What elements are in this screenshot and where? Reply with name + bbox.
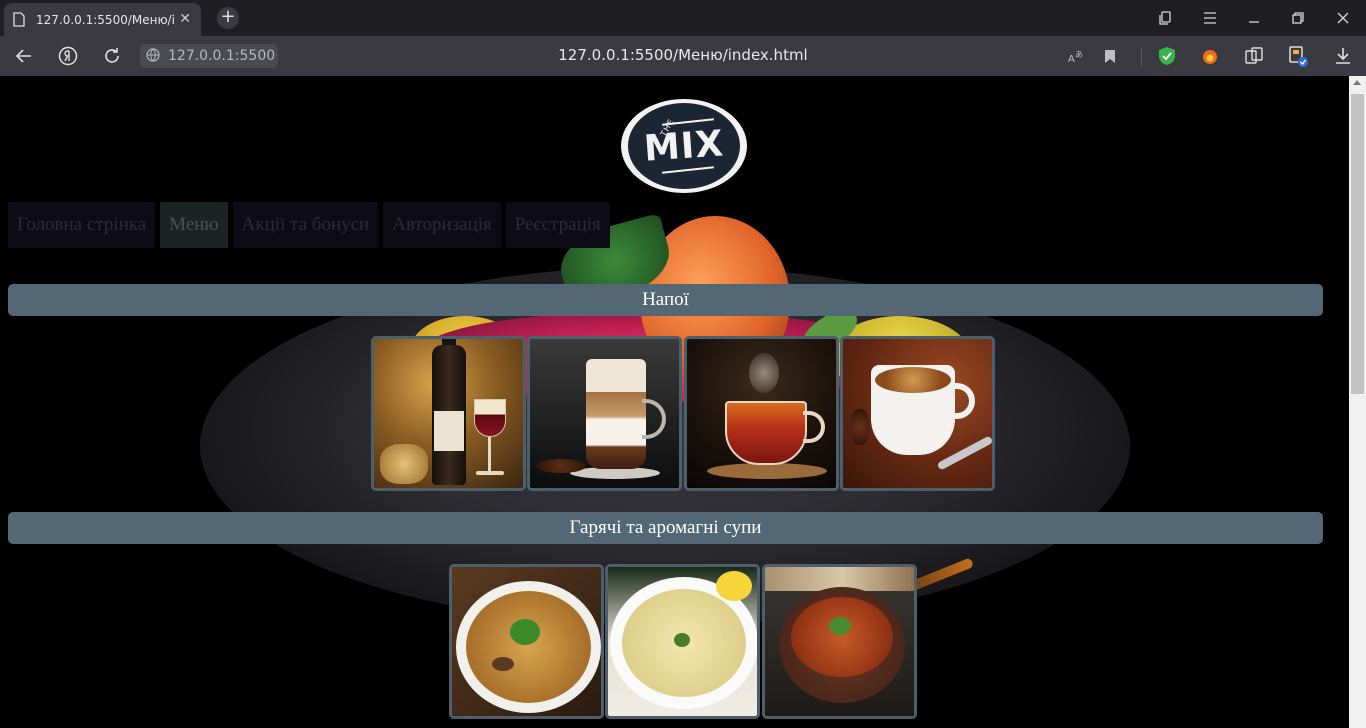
main-menu: Головна стрінка Меню Акції та бонуси Авт… [8,202,610,248]
page-viewport: THE MIX Головна стрінка Меню Акції та бо… [0,76,1349,728]
soup-image-mushroom[interactable] [449,564,604,719]
menu-icon[interactable] [1200,8,1220,28]
scroll-up-icon[interactable] [1353,80,1361,85]
page-scrollbar-thumb[interactable] [1351,94,1364,394]
svg-text:あ: あ [1075,50,1083,59]
minimize-icon[interactable] [1244,8,1264,28]
section-title-soups: Гарячі та аромагні супи [8,512,1323,544]
soup-image-tomato[interactable] [762,564,917,719]
download-icon[interactable] [1332,45,1354,67]
collections-icon[interactable] [1243,45,1265,67]
menu-item-login[interactable]: Авторизація [383,202,501,248]
new-tab-button[interactable]: + [217,7,239,29]
section-title-drinks: Напої [8,284,1323,316]
tab-title: 127.0.0.1:5500/Меню/index.html [36,12,176,27]
menu-item-menu[interactable]: Меню [160,202,228,248]
bookmark-icon[interactable] [1099,45,1121,67]
logo-badge: THE MIX [628,103,740,189]
menu-item-promotions[interactable]: Акції та бонуси [232,202,379,248]
browser-tab[interactable]: 127.0.0.1:5500/Меню/index.html ✕ [4,3,201,36]
address-bar-url[interactable]: 127.0.0.1:5500/Меню/index.html [558,46,807,64]
drink-image-wine[interactable] [371,336,526,491]
document-icon [12,12,26,28]
extension-fire-icon[interactable] [1199,45,1221,67]
protect-shield-icon[interactable] [1156,45,1178,67]
back-icon[interactable] [12,45,36,67]
site-info-chip[interactable]: 127.0.0.1:5500 [140,44,278,68]
menu-item-home[interactable]: Головна стрінка [8,202,156,248]
reload-icon[interactable] [100,45,124,67]
soup-image-cream[interactable] [605,564,760,719]
menu-item-register[interactable]: Реєстрація [505,202,610,248]
site-logo[interactable]: THE MIX [621,99,747,193]
drink-image-tea[interactable] [684,336,839,491]
drink-image-latte[interactable] [527,336,682,491]
browser-tab-bar: 127.0.0.1:5500/Меню/index.html ✕ + [0,0,1366,36]
site-host: 127.0.0.1:5500 [168,48,276,64]
logo-mix-text: MIX [642,122,726,170]
svg-text:A: A [1068,54,1075,64]
close-window-icon[interactable] [1333,8,1353,28]
toolbar-separator [1141,48,1142,66]
reader-extension-icon[interactable] [1287,45,1309,67]
globe-icon [146,47,160,66]
restore-icon[interactable] [1288,8,1308,28]
translate-icon[interactable]: Aあ [1066,45,1088,67]
tabs-collection-icon[interactable] [1156,8,1176,28]
yandex-icon[interactable] [56,45,80,67]
drink-image-coffee[interactable] [840,336,995,491]
tab-close-icon[interactable]: ✕ [179,11,191,27]
